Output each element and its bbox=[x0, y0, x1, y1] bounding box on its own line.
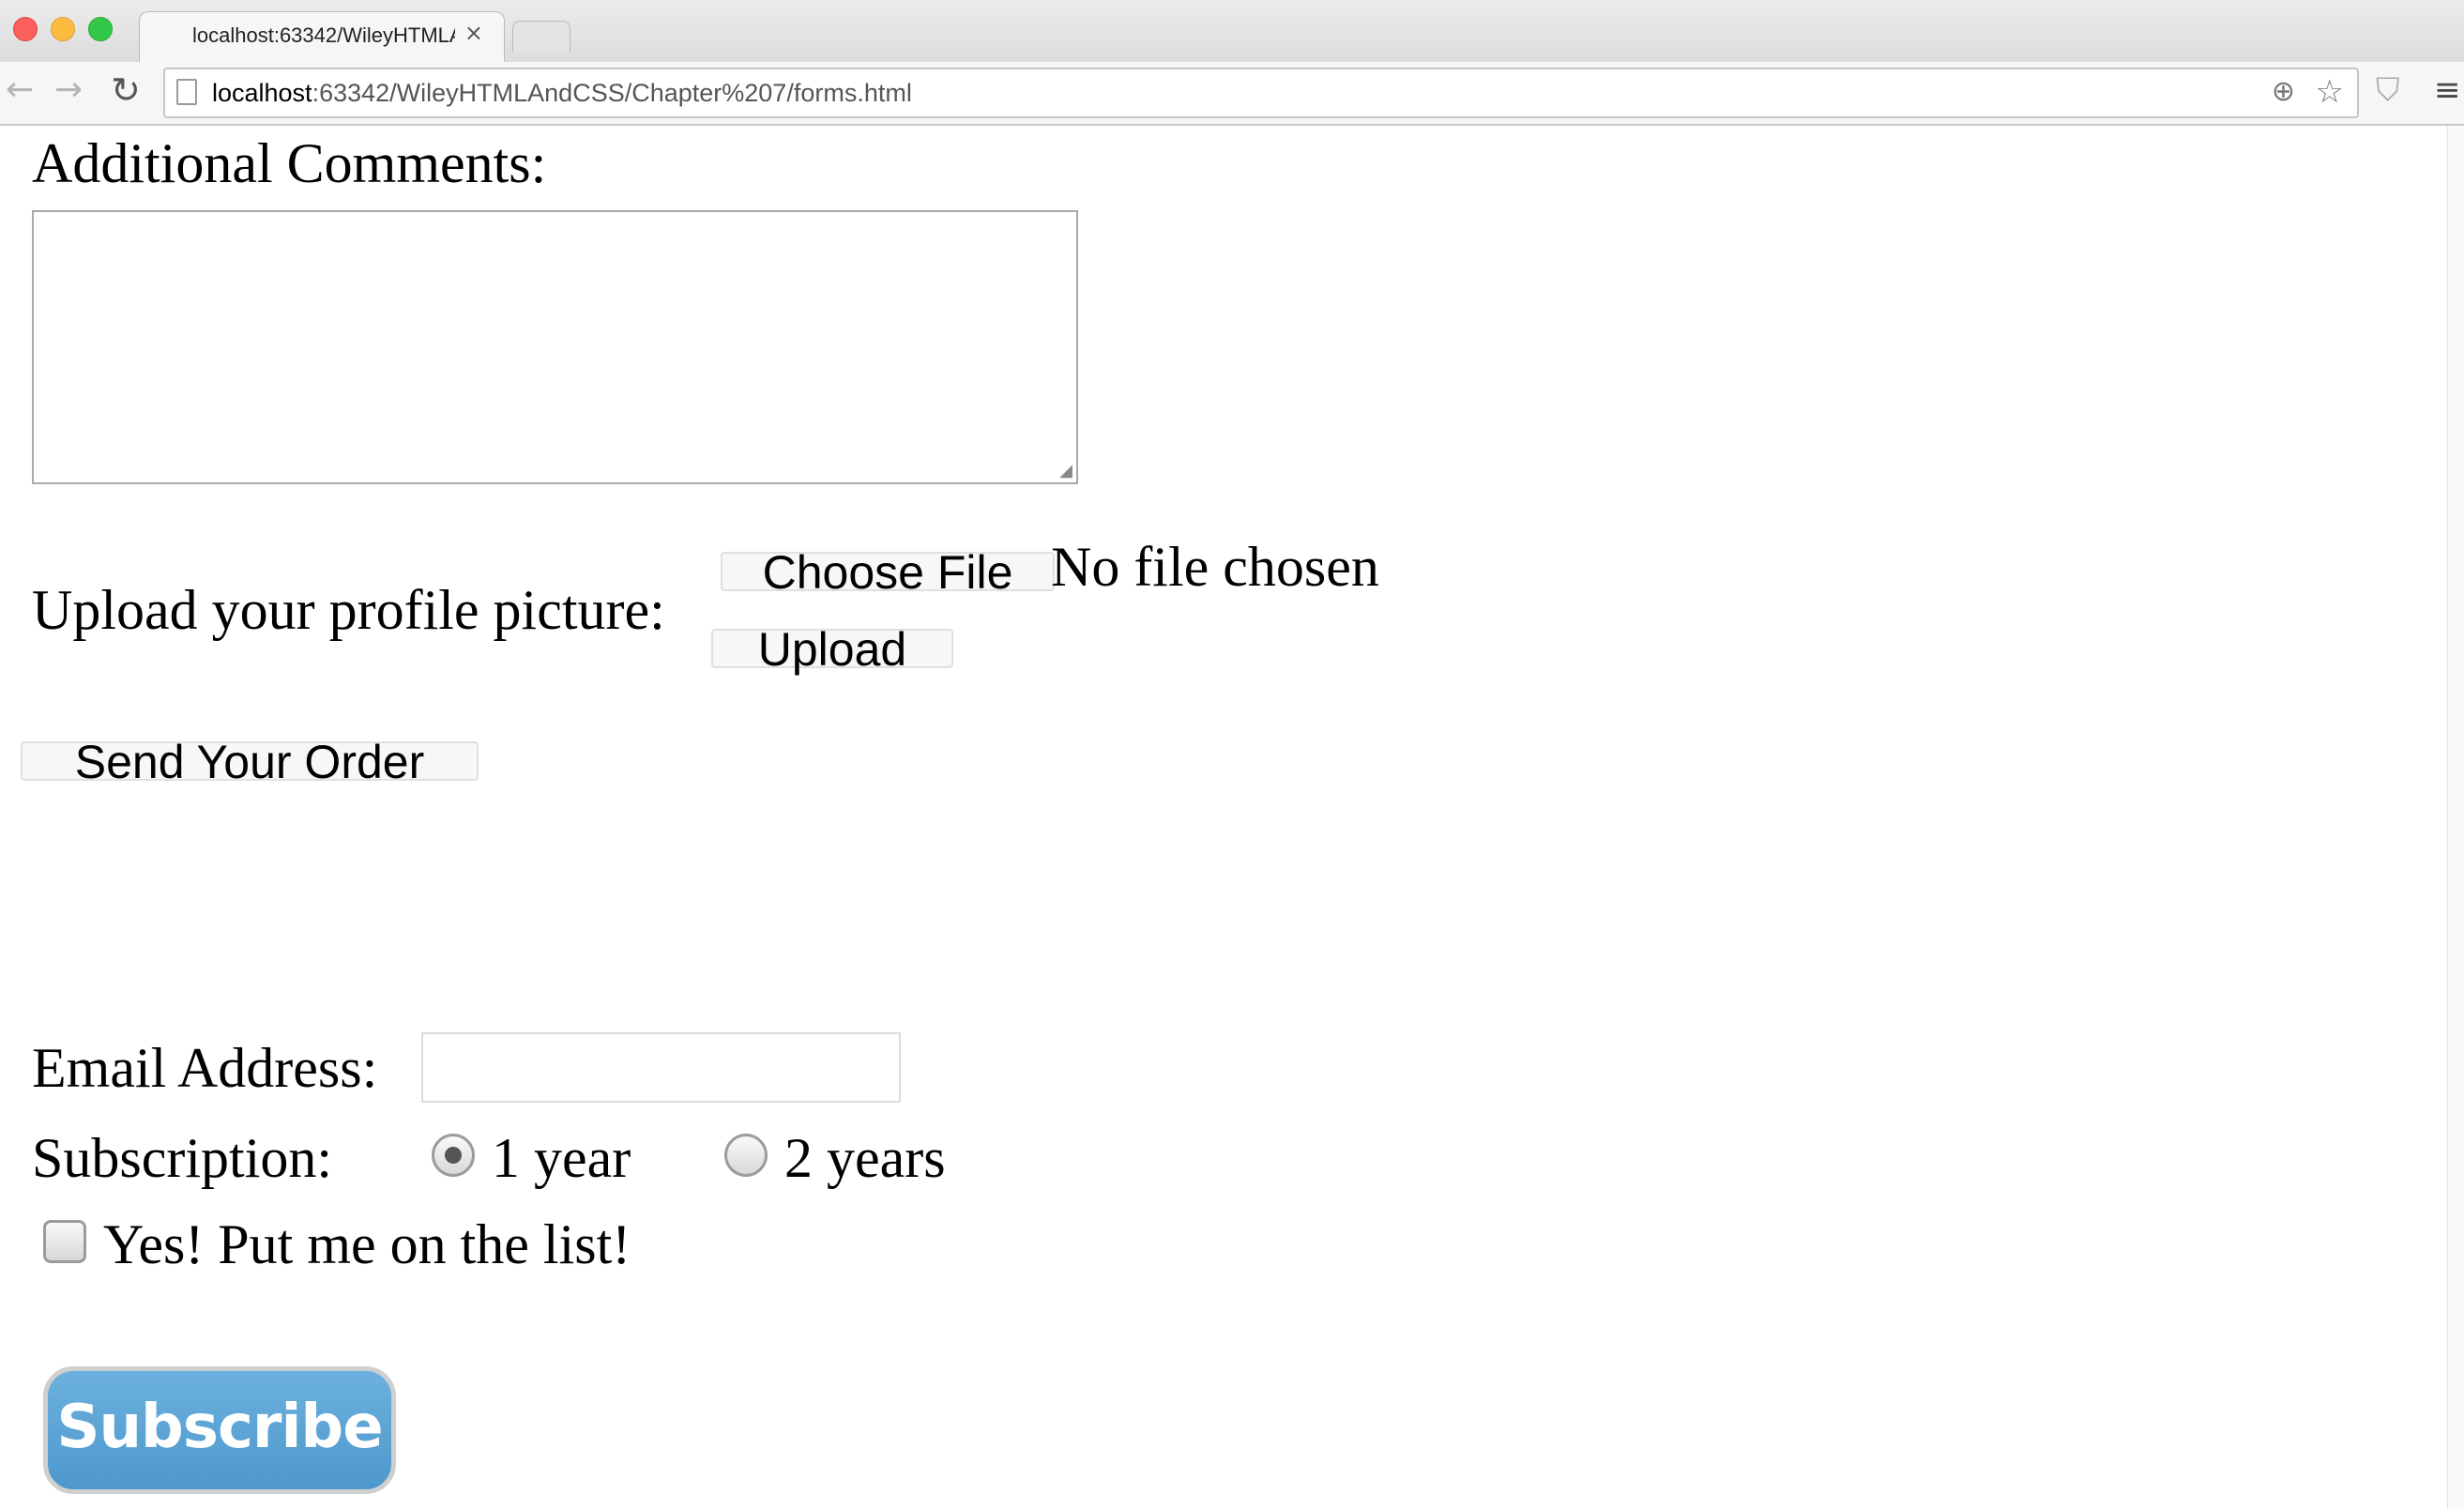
close-window-button[interactable] bbox=[13, 17, 38, 41]
radio-1-year-label: 1 year bbox=[492, 1127, 631, 1189]
minimize-window-button[interactable] bbox=[51, 17, 75, 41]
radio-1-year[interactable] bbox=[432, 1134, 475, 1177]
page-content: Additional Comments: ◢ Upload your profi… bbox=[0, 126, 2445, 1509]
mailing-list-checkbox[interactable] bbox=[43, 1220, 86, 1263]
new-tab-button[interactable] bbox=[512, 21, 570, 53]
comments-label: Additional Comments: bbox=[32, 132, 547, 194]
resize-handle-icon[interactable]: ◢ bbox=[1059, 461, 1072, 480]
zoom-window-button[interactable] bbox=[88, 17, 113, 41]
radio-2-years-label: 2 years bbox=[784, 1127, 946, 1189]
comments-textarea[interactable]: ◢ bbox=[32, 210, 1078, 484]
forward-arrow-icon[interactable]: → bbox=[54, 71, 83, 109]
email-field[interactable] bbox=[421, 1032, 901, 1103]
address-bar[interactable]: localhost:63342/WileyHTMLAndCSS/Chapter%… bbox=[163, 68, 2359, 118]
choose-file-button[interactable]: Choose File bbox=[721, 549, 1055, 596]
zoom-icon[interactable]: ⊕ bbox=[2272, 75, 2295, 108]
email-label: Email Address: bbox=[32, 1037, 378, 1099]
reload-icon[interactable]: ↻ bbox=[111, 71, 141, 109]
scrollbar[interactable] bbox=[2447, 126, 2464, 1509]
upload-label: Upload your profile picture: bbox=[32, 579, 665, 641]
upload-button[interactable]: Upload bbox=[711, 626, 953, 673]
checkbox-label: Yes! Put me on the list! bbox=[103, 1213, 631, 1275]
radio-2-years[interactable] bbox=[724, 1134, 768, 1177]
send-order-button[interactable]: Send Your Order bbox=[21, 739, 479, 785]
url-host: localhost bbox=[212, 79, 312, 107]
subscribe-button[interactable]: Subscribe bbox=[43, 1366, 396, 1494]
browser-tab[interactable]: localhost:63342/WileyHTMLAndCSS/Chapter%… bbox=[139, 11, 505, 62]
subscription-label: Subscription: bbox=[32, 1127, 333, 1189]
radio-selected-dot bbox=[445, 1147, 462, 1164]
back-arrow-icon[interactable]: ← bbox=[6, 71, 34, 109]
page-icon bbox=[176, 79, 197, 105]
url-path: :63342/WileyHTMLAndCSS/Chapter%207/forms… bbox=[312, 79, 912, 107]
bookmark-star-icon[interactable]: ☆ bbox=[2316, 73, 2344, 111]
tab-close-icon[interactable]: × bbox=[464, 20, 483, 46]
browser-toolbar: ← → ↻ localhost:63342/WileyHTMLAndCSS/Ch… bbox=[0, 62, 2464, 126]
no-file-chosen-text: No file chosen bbox=[1051, 536, 1379, 598]
tab-title: localhost:63342/WileyHTMLAndCSS/Chapter%… bbox=[192, 23, 455, 47]
shield-icon[interactable]: ⛉ bbox=[2376, 71, 2400, 109]
menu-icon[interactable]: ≡ bbox=[2434, 71, 2461, 109]
window-titlebar: localhost:63342/WileyHTMLAndCSS/Chapter%… bbox=[0, 0, 2464, 62]
url-text[interactable]: localhost:63342/WileyHTMLAndCSS/Chapter%… bbox=[212, 79, 912, 108]
